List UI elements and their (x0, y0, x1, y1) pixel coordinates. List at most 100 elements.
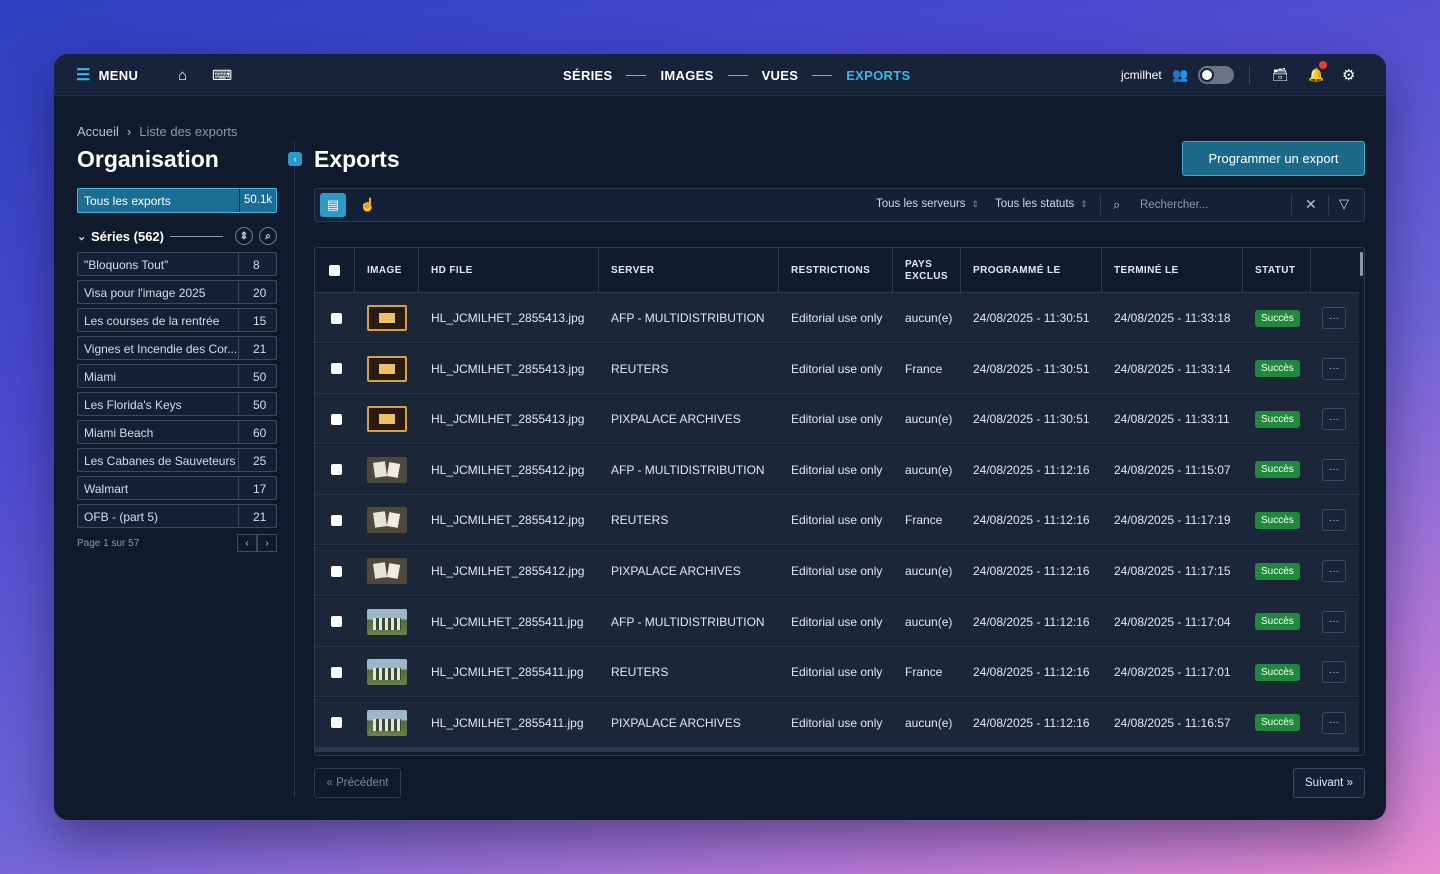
table-view-icon[interactable]: ▤ (320, 193, 346, 217)
theme-toggle[interactable] (1198, 66, 1234, 84)
programme-cell: 24/08/2025 - 11:12:16 (973, 715, 1090, 730)
column-header[interactable]: RESTRICTIONS (779, 248, 893, 293)
image-thumbnail[interactable] (367, 608, 407, 635)
program-export-button[interactable]: Programmer un export (1182, 141, 1365, 176)
series-item[interactable]: Walmart 17 (77, 476, 277, 500)
image-thumbnail[interactable] (367, 355, 407, 382)
table-row[interactable]: HL_JCMILHET_2855412.jpg AFP - MULTIDISTRI… (315, 444, 1359, 495)
image-thumbnail[interactable] (367, 305, 407, 331)
column-header[interactable]: HD FILE (419, 248, 599, 293)
nav-series[interactable]: SÉRIES (563, 68, 612, 83)
image-thumbnail[interactable] (367, 406, 407, 433)
row-checkbox[interactable] (331, 312, 342, 324)
row-checkbox[interactable] (331, 464, 342, 476)
more-actions-button[interactable]: ··· (1322, 560, 1346, 582)
restrictions-cell: Editorial use only (791, 412, 883, 427)
all-exports-item[interactable]: Tous les exports 50.1k (77, 188, 277, 213)
more-actions-button[interactable]: ··· (1322, 711, 1346, 734)
hamburger-icon: ☰ (76, 67, 91, 84)
more-actions-button[interactable]: ··· (1322, 458, 1346, 481)
series-label: "Bloquons Tout" (84, 258, 169, 272)
series-item[interactable]: Miami 50 (77, 364, 277, 388)
sort-icon[interactable]: ⇕ (235, 227, 253, 245)
status-badge: Succès (1255, 410, 1300, 428)
table-row[interactable]: HL_JCMILHET_2855411.jpg REUTERS Editorial … (315, 647, 1359, 698)
actions-cell: ··· (1322, 495, 1346, 545)
nav-vues[interactable]: VUES (762, 68, 799, 83)
series-item[interactable]: Les Florida's Keys 50 (77, 392, 277, 416)
select-all-checkbox[interactable] (329, 265, 340, 276)
file-cell: HL_JCMILHET_2855411.jpg (431, 715, 584, 730)
column-header[interactable]: TERMINÉ LE (1102, 248, 1243, 293)
more-actions-button[interactable]: ··· (1322, 307, 1346, 329)
image-thumbnail[interactable] (367, 507, 407, 534)
row-checkbox[interactable] (331, 413, 342, 425)
image-thumbnail[interactable] (367, 558, 407, 584)
column-header[interactable]: STATUT (1243, 248, 1311, 293)
image-thumbnail[interactable] (367, 456, 407, 483)
breadcrumb-home[interactable]: Accueil (77, 124, 119, 139)
series-item[interactable]: Les courses de la rentrée 15 (77, 308, 277, 332)
next-button[interactable]: Suivant » (1293, 768, 1365, 798)
nav-images[interactable]: IMAGES (660, 68, 713, 83)
keyboard-icon[interactable]: ⌨ (212, 54, 232, 96)
table-row[interactable]: HL_JCMILHET_2855412.jpg PIXPALACE ARCHIVE… (315, 546, 1359, 596)
series-item[interactable]: "Bloquons Tout" 8 (77, 252, 277, 276)
row-checkbox[interactable] (331, 616, 342, 628)
vertical-scrollbar[interactable] (1360, 252, 1363, 276)
row-checkbox[interactable] (331, 565, 342, 577)
users-icon[interactable]: 👥 (1172, 54, 1188, 96)
status-filter[interactable]: Tous les statuts ⇕ (995, 198, 1088, 210)
more-actions-button[interactable]: ··· (1322, 357, 1346, 380)
horizontal-scrollbar[interactable] (315, 748, 1359, 752)
status-cell: Succès (1255, 698, 1300, 748)
chevron-right-icon[interactable]: › (257, 534, 277, 552)
series-item[interactable]: Miami Beach 60 (77, 420, 277, 444)
table-row[interactable]: HL_JCMILHET_2855413.jpg PIXPALACE ARCHIVE… (315, 394, 1359, 445)
cursor-click-icon[interactable]: ☝ (355, 193, 381, 217)
image-cell (367, 647, 407, 697)
row-checkbox[interactable] (331, 363, 342, 375)
column-header[interactable]: IMAGE (355, 248, 419, 293)
column-header[interactable]: PROGRAMMÉ LE (961, 248, 1102, 293)
status-cell: Succès (1255, 546, 1300, 596)
table-row[interactable]: HL_JCMILHET_2855411.jpg AFP - MULTIDISTRI… (315, 596, 1359, 647)
row-select-cell (331, 698, 342, 748)
server-filter[interactable]: Tous les serveurs ⇕ (876, 198, 979, 210)
chevron-down-icon[interactable]: ⌄ (77, 230, 91, 243)
row-checkbox[interactable] (331, 666, 342, 678)
nav-exports[interactable]: EXPORTS (846, 68, 910, 83)
more-actions-button[interactable]: ··· (1322, 610, 1346, 633)
table-row[interactable]: HL_JCMILHET_2855413.jpg AFP - MULTIDISTRI… (315, 293, 1359, 343)
archive-icon[interactable]: 🗃 (1272, 54, 1289, 96)
series-item[interactable]: Visa pour l'image 2025 20 (77, 280, 277, 304)
row-checkbox[interactable] (331, 514, 342, 526)
username[interactable]: jcmilhet (1121, 54, 1162, 96)
home-icon[interactable]: ⌂ (178, 54, 187, 96)
more-actions-button[interactable]: ··· (1322, 661, 1346, 684)
previous-button[interactable]: « Précédent (314, 768, 401, 798)
search-input[interactable]: Rechercher... (1140, 199, 1208, 211)
termine-cell: 24/08/2025 - 11:17:01 (1114, 665, 1231, 680)
chevron-left-icon[interactable]: ‹ (237, 534, 257, 552)
table-row[interactable]: HL_JCMILHET_2855413.jpg REUTERS Editorial … (315, 343, 1359, 394)
gear-icon[interactable]: ⚙ (1342, 54, 1355, 96)
collapse-sidebar-button[interactable]: ‹ (288, 152, 302, 166)
column-header[interactable]: PAYS EXCLUS (893, 248, 961, 293)
series-item[interactable]: OFB - (part 5) 21 (77, 504, 277, 528)
menu-button[interactable]: ☰ MENU (76, 54, 138, 96)
close-icon[interactable]: ✕ (1305, 196, 1317, 213)
series-item[interactable]: Vignes et Incendie des Cor... 21 (77, 336, 277, 360)
series-item[interactable]: Les Cabanes de Sauveteurs ... 25 (77, 448, 277, 472)
image-thumbnail[interactable] (367, 709, 407, 736)
table-row[interactable]: HL_JCMILHET_2855411.jpg PIXPALACE ARCHIVE… (315, 697, 1359, 748)
more-actions-button[interactable]: ··· (1322, 408, 1346, 431)
filter-icon[interactable]: ▽ (1339, 196, 1349, 212)
table-row[interactable]: HL_JCMILHET_2855412.jpg REUTERS Editorial … (315, 495, 1359, 546)
image-thumbnail[interactable] (367, 659, 407, 686)
column-header[interactable]: SERVER (599, 248, 779, 293)
toolbar-separator (1291, 195, 1292, 215)
more-actions-button[interactable]: ··· (1322, 509, 1346, 532)
search-icon[interactable]: ⌕ (259, 227, 277, 245)
row-checkbox[interactable] (331, 717, 342, 729)
